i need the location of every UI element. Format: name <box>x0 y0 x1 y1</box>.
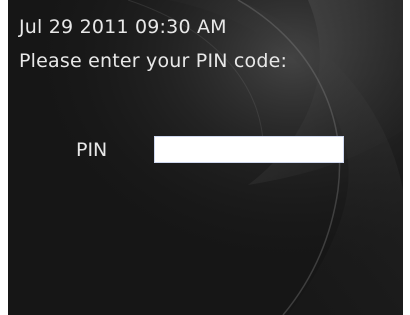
pin-prompt: Please enter your PIN code: <box>19 50 288 72</box>
datetime-display: Jul 29 2011 09:30 AM <box>19 16 227 38</box>
pin-entry-screen: Jul 29 2011 09:30 AM Please enter your P… <box>8 0 403 315</box>
pin-input[interactable] <box>155 137 343 162</box>
pin-label: PIN <box>76 139 108 161</box>
